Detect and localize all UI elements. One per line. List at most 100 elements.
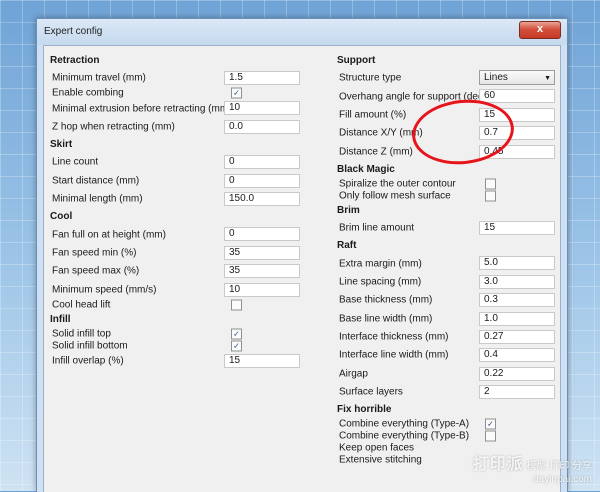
setting-label: Start distance (mm) xyxy=(52,175,140,187)
setting-label: Fan speed min (%) xyxy=(52,247,137,259)
title-bar[interactable]: Expert config x xyxy=(37,19,567,45)
z-hop-when-retracting-mm-field[interactable]: 0.0 xyxy=(224,119,300,134)
fill-amount-field[interactable]: 15 xyxy=(479,107,555,122)
setting-label: Keep open faces xyxy=(339,442,415,454)
setting-label: Overhang angle for support (deg) xyxy=(339,91,487,103)
setting-label: Minimum speed (mm/s) xyxy=(52,284,157,296)
watermark-text: 模型 打印 分享 xyxy=(526,461,592,472)
interface-line-width-mm-field[interactable]: 0.4 xyxy=(479,348,555,363)
brim-line-amount-field[interactable]: 15 xyxy=(479,220,555,235)
enable-combing-checkbox[interactable]: ✓ xyxy=(231,87,242,99)
setting-label: Only follow mesh surface xyxy=(339,190,451,202)
combine-everything-type-a-checkbox[interactable]: ✓ xyxy=(485,418,496,430)
spiralize-the-outer-contour-checkbox[interactable] xyxy=(485,178,496,190)
infill-overlap-field[interactable]: 15 xyxy=(224,353,300,368)
close-button[interactable]: x xyxy=(519,21,561,39)
checkmark-icon: ✓ xyxy=(233,88,240,98)
setting-row: Structure type Lines ▼ xyxy=(337,69,559,87)
expert-config-dialog: Expert config x Retraction Minimum travel… xyxy=(36,18,568,492)
setting-label: Infill overlap (%) xyxy=(52,355,124,367)
setting-label: Structure type xyxy=(339,72,402,84)
line-count-field[interactable]: 0 xyxy=(224,155,300,170)
setting-row: Brim line amount 15 xyxy=(337,219,559,237)
setting-label: Minimal extrusion before retracting (mm) xyxy=(52,103,232,115)
setting-row: Airgap 0.22 xyxy=(337,365,559,383)
line-spacing-mm-field[interactable]: 3.0 xyxy=(479,274,555,289)
setting-row: Z hop when retracting (mm) 0.0 xyxy=(50,118,307,136)
setting-row: Combine everything (Type-A) ✓ xyxy=(337,418,559,430)
distance-x-y-mm-field[interactable]: 0.7 xyxy=(479,126,555,141)
setting-row: Interface line width (mm) 0.4 xyxy=(337,346,559,364)
setting-row: Extra margin (mm) 5.0 xyxy=(337,254,559,272)
setting-row: Base thickness (mm) 0.3 xyxy=(337,291,559,309)
setting-row: Minimal length (mm) 150.0 xyxy=(50,190,307,208)
setting-label: Minimal length (mm) xyxy=(52,193,143,205)
minimal-length-mm-field[interactable]: 150.0 xyxy=(224,191,300,206)
setting-label: Line count xyxy=(52,156,99,168)
extra-margin-mm-field[interactable]: 5.0 xyxy=(479,256,555,271)
structure-type-select[interactable]: Lines ▼ xyxy=(479,70,555,85)
setting-row: Enable combing ✓ xyxy=(50,87,307,99)
only-follow-mesh-surface-checkbox[interactable] xyxy=(485,190,496,202)
cool-head-lift-checkbox[interactable] xyxy=(231,299,242,311)
setting-label: Fan full on at height (mm) xyxy=(52,229,166,241)
base-thickness-mm-field[interactable]: 0.3 xyxy=(479,293,555,308)
setting-row: Infill overlap (%) 15 xyxy=(50,352,307,370)
distance-z-mm-field[interactable]: 0.45 xyxy=(479,144,555,159)
setting-label: Enable combing xyxy=(52,87,124,99)
setting-label: Base line width (mm) xyxy=(339,313,433,325)
setting-row: Line count 0 xyxy=(50,153,307,171)
setting-row: Surface layers 2 xyxy=(337,383,559,401)
fan-speed-max-field[interactable]: 35 xyxy=(224,264,300,279)
setting-label: Solid infill bottom xyxy=(52,340,128,352)
setting-label: Extensive stitching xyxy=(339,454,422,466)
setting-row: Spiralize the outer contour xyxy=(337,178,559,190)
fan-full-on-at-height-mm-field[interactable]: 0 xyxy=(224,227,300,242)
chevron-down-icon: ▼ xyxy=(544,75,551,82)
solid-infill-bottom-checkbox[interactable]: ✓ xyxy=(231,340,242,352)
airgap-field[interactable]: 0.22 xyxy=(479,366,555,381)
interface-thickness-mm-field[interactable]: 0.27 xyxy=(479,329,555,344)
setting-label: Solid infill top xyxy=(52,328,111,340)
setting-row: Distance Z (mm) 0.45 xyxy=(337,143,559,161)
surface-layers-field[interactable]: 2 xyxy=(479,385,555,400)
solid-infill-top-checkbox[interactable]: ✓ xyxy=(231,328,242,340)
overhang-angle-for-support-deg-field[interactable]: 60 xyxy=(479,89,555,104)
setting-row: Base line width (mm) 1.0 xyxy=(337,310,559,328)
setting-label: Surface layers xyxy=(339,386,403,398)
setting-row: Solid infill bottom ✓ xyxy=(50,340,307,352)
setting-label: Distance X/Y (mm) xyxy=(339,127,423,139)
setting-label: Interface thickness (mm) xyxy=(339,331,449,343)
setting-row: Combine everything (Type-B) xyxy=(337,430,559,442)
minimum-travel-mm-field[interactable]: 1.5 xyxy=(224,71,300,85)
checkmark-icon: ✓ xyxy=(233,341,240,351)
setting-label: Minimum travel (mm) xyxy=(52,72,146,84)
minimum-speed-mm-s-field[interactable]: 10 xyxy=(224,282,300,297)
section-fix-horrible: Fix horrible xyxy=(337,404,392,416)
minimal-extrusion-before-retracting-mm-field[interactable]: 10 xyxy=(224,101,300,116)
fan-speed-min-field[interactable]: 35 xyxy=(224,245,300,260)
setting-label: Fill amount (%) xyxy=(339,109,407,121)
setting-label: Cool head lift xyxy=(52,299,111,311)
setting-row: Only follow mesh surface xyxy=(337,190,559,202)
setting-label: Combine everything (Type-B) xyxy=(339,430,470,442)
combine-everything-type-b-checkbox[interactable] xyxy=(485,430,496,442)
setting-row: Minimum travel (mm) 1.5 xyxy=(50,69,307,87)
setting-label: Base thickness (mm) xyxy=(339,294,433,306)
start-distance-mm-field[interactable]: 0 xyxy=(224,173,300,188)
setting-row: Fan speed max (%) 35 xyxy=(50,262,307,280)
watermark: 打印派 模型 打印 分享 dayinpai.com xyxy=(473,450,592,485)
setting-label: Extra margin (mm) xyxy=(339,258,422,270)
setting-label: Airgap xyxy=(339,368,368,380)
setting-label: Interface line width (mm) xyxy=(339,349,449,361)
base-line-width-mm-field[interactable]: 1.0 xyxy=(479,311,555,326)
select-value: Lines xyxy=(484,72,508,83)
setting-row: Fan speed min (%) 35 xyxy=(50,244,307,262)
setting-label: Combine everything (Type-A) xyxy=(339,418,470,430)
setting-label: Z hop when retracting (mm) xyxy=(52,121,175,133)
watermark-url: dayinpai.com xyxy=(533,474,592,485)
setting-row: Minimal extrusion before retracting (mm)… xyxy=(50,99,307,117)
setting-row: Solid infill top ✓ xyxy=(50,328,307,340)
setting-row: Distance X/Y (mm) 0.7 xyxy=(337,124,559,142)
setting-row: Fan full on at height (mm) 0 xyxy=(50,225,307,243)
